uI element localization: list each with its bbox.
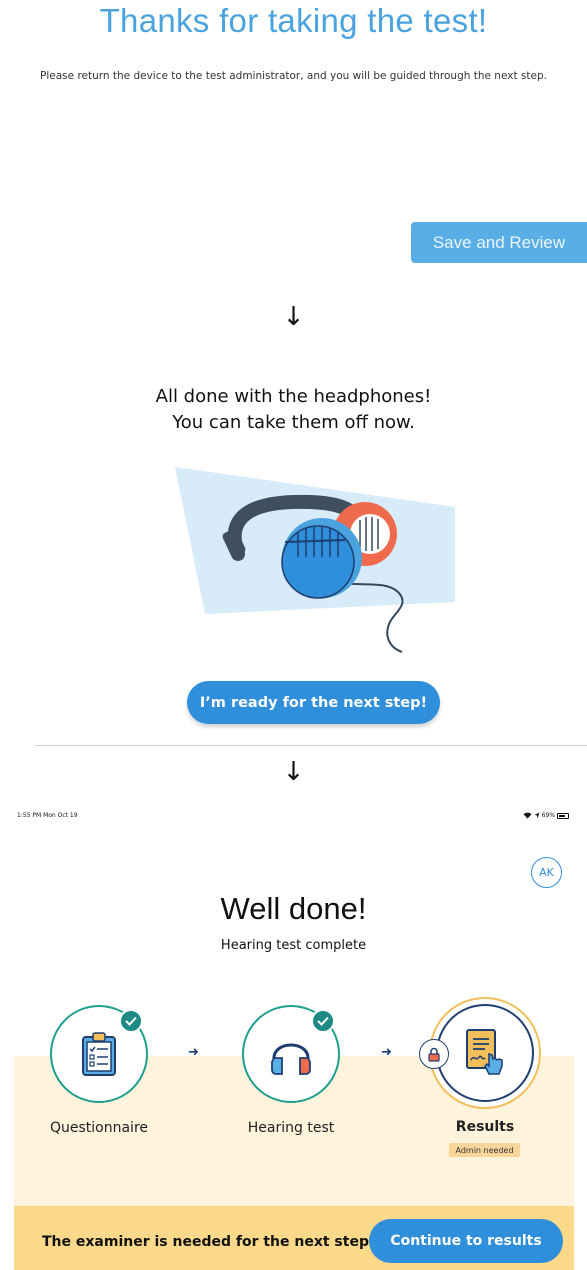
step-label-results: Results: [455, 1119, 515, 1135]
page-title: Thanks for taking the test!: [99, 2, 488, 39]
arrow-right-icon: ➜: [381, 1045, 392, 1060]
status-indicators: 69%: [523, 812, 569, 819]
status-badge: Admin needed: [449, 1143, 520, 1157]
continue-to-results-button[interactable]: Continue to results: [369, 1219, 563, 1263]
battery-icon: [557, 812, 569, 819]
avatar[interactable]: AK: [531, 857, 562, 888]
signed-document-icon: [466, 1029, 503, 1075]
headphones-done-line1: All done with the headphones!: [155, 386, 432, 407]
lock-icon: [419, 1039, 449, 1069]
down-arrow-icon: ↓: [282, 302, 305, 332]
section-divider: [35, 745, 587, 746]
step-results[interactable]: [436, 1004, 534, 1102]
instruction-text: Please return the device to the test adm…: [40, 70, 547, 82]
arrow-right-icon: ➜: [188, 1045, 199, 1060]
step-label-hearing-test: Hearing test: [247, 1120, 335, 1136]
wifi-icon: [523, 812, 532, 819]
status-time: 1:55 PM Mon Oct 19: [17, 812, 78, 819]
check-icon: [119, 1009, 143, 1033]
headphones-illustration: [175, 467, 455, 653]
location-icon: [534, 812, 540, 819]
examiner-needed-text: The examiner is needed for the next step: [42, 1234, 369, 1250]
headphones-icon: [271, 1043, 311, 1075]
check-icon: [311, 1009, 335, 1033]
well-done-title: Well done!: [220, 891, 367, 926]
headphones-done-message: All done with the headphones! You can ta…: [0, 384, 587, 436]
step-label-questionnaire: Questionnaire: [49, 1120, 149, 1136]
headphones-done-line2: You can take them off now.: [172, 412, 415, 433]
well-done-subtitle: Hearing test complete: [220, 938, 367, 953]
clipboard-checklist-icon: [82, 1032, 116, 1076]
ready-next-step-button[interactable]: I’m ready for the next step!: [187, 681, 440, 724]
save-and-review-button[interactable]: Save and Review: [411, 222, 587, 263]
battery-percent: 69%: [541, 812, 555, 819]
down-arrow-icon: ↓: [282, 757, 305, 787]
